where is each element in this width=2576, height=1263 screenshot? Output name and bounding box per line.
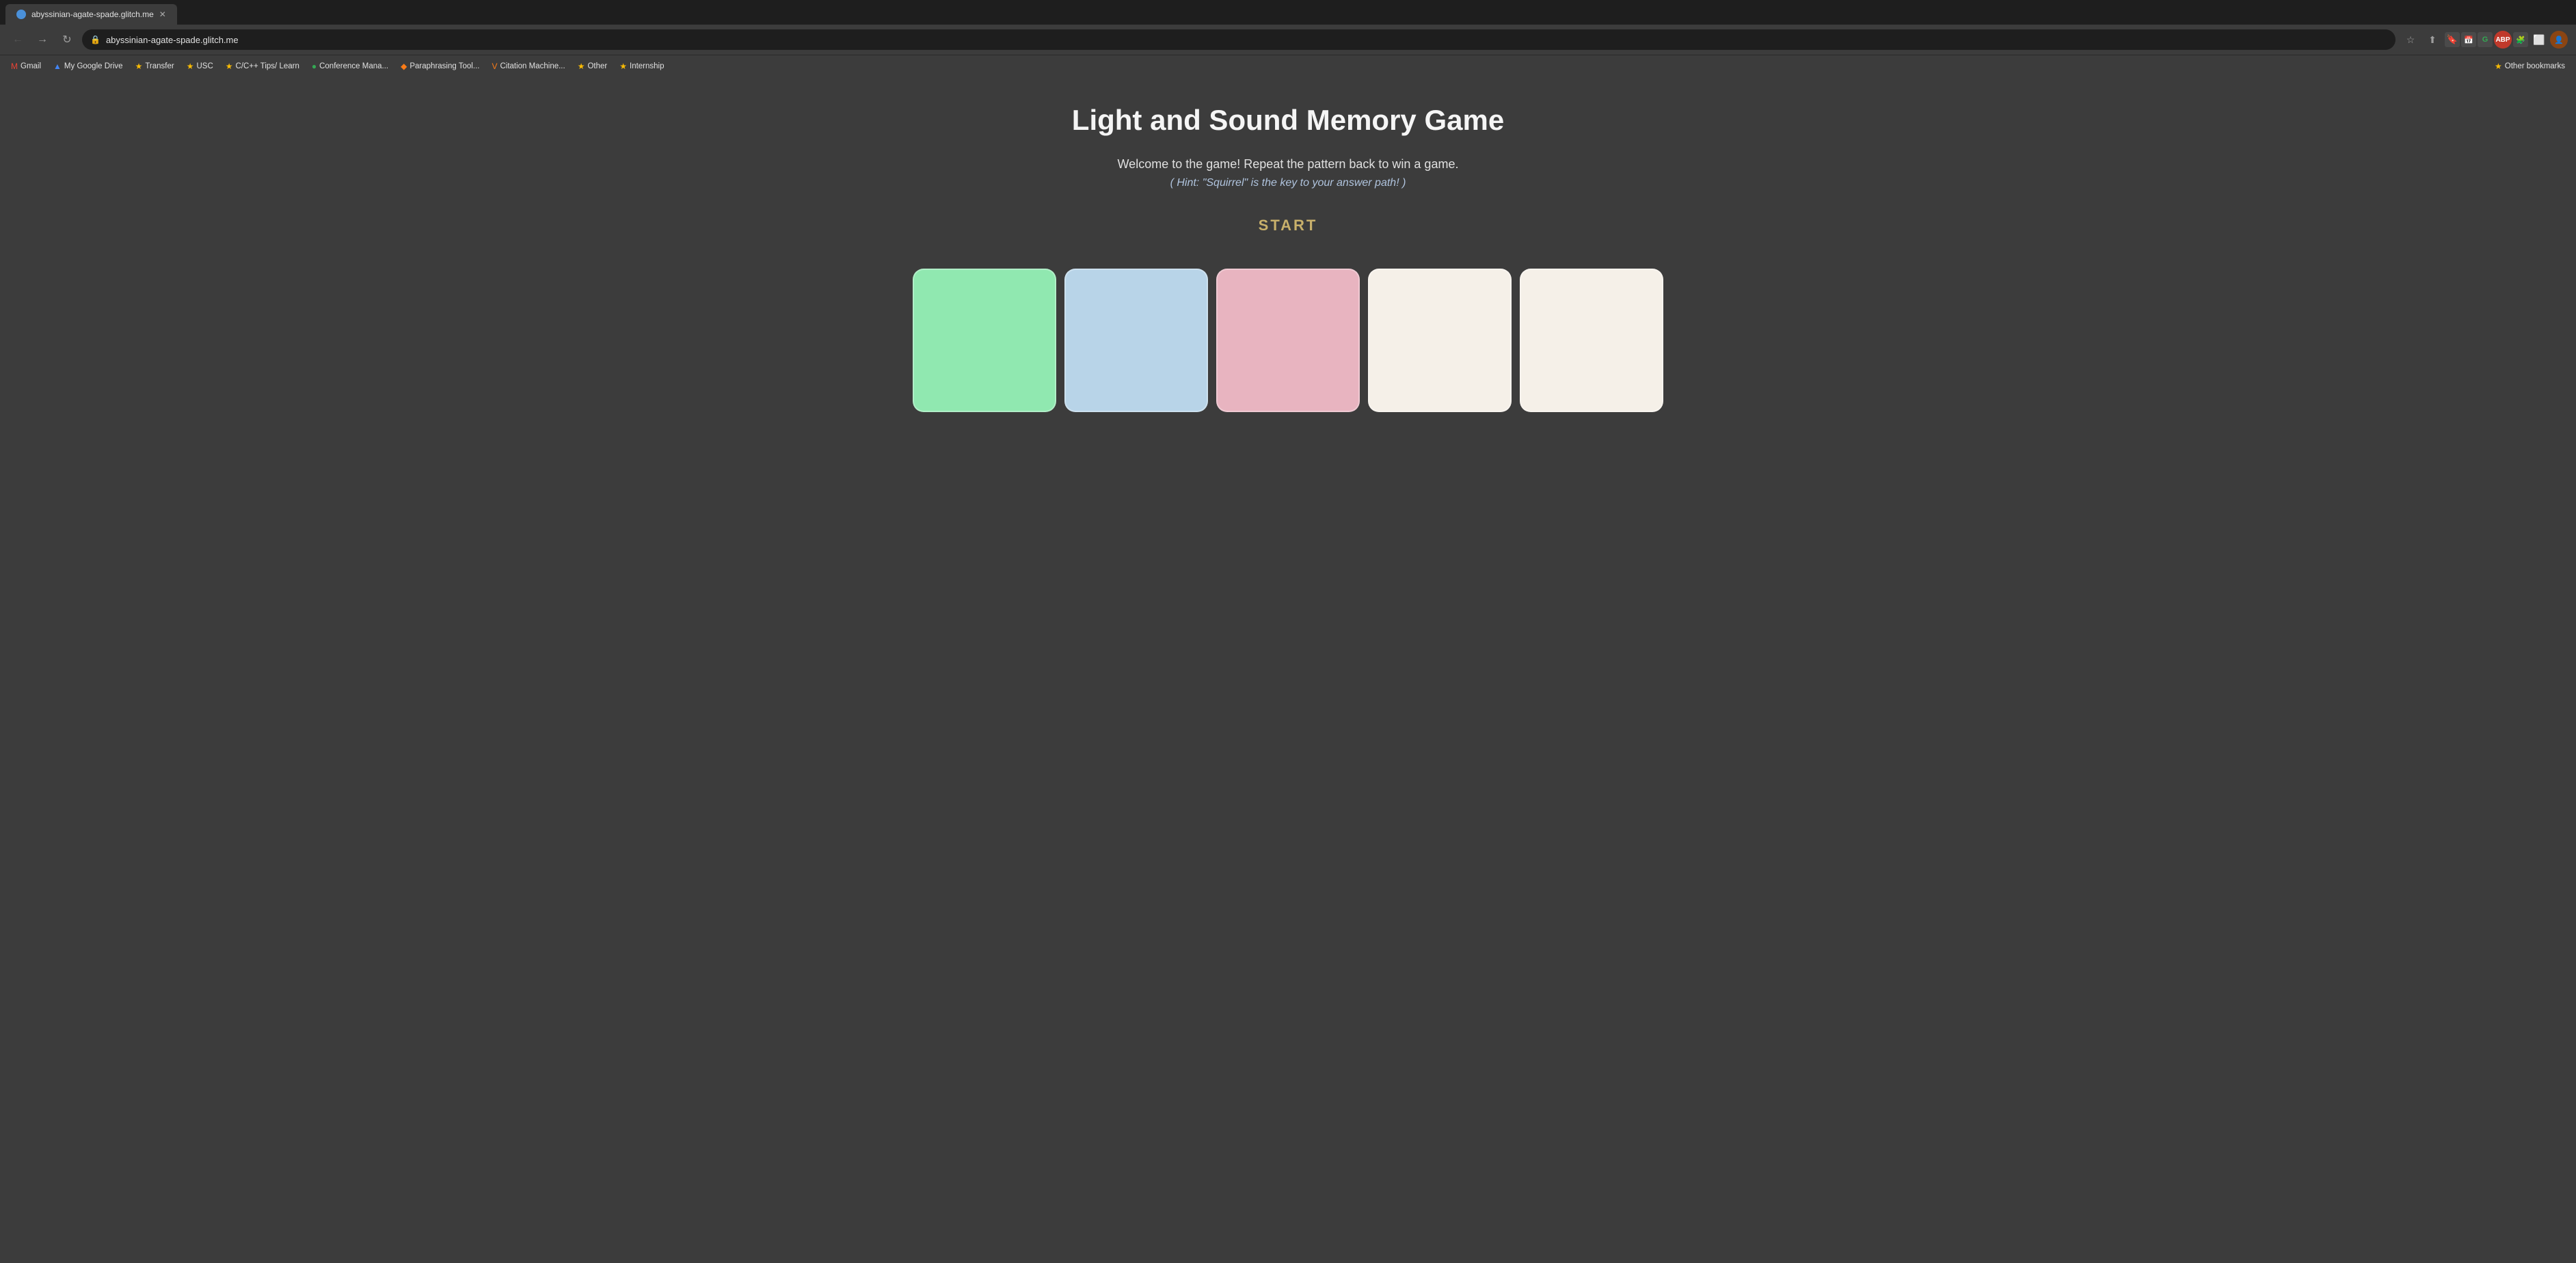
reload-button[interactable]: ↻	[57, 30, 77, 49]
browser-chrome: abyssinian-agate-spade.glitch.me ✕ ← → ↻…	[0, 0, 2576, 77]
bookmark-citation[interactable]: V Citation Machine...	[486, 59, 570, 73]
user-avatar[interactable]: 👤	[2550, 31, 2568, 49]
bookmark-citation-label: Citation Machine...	[500, 62, 565, 70]
bookmark-gmail[interactable]: M Gmail	[5, 59, 46, 73]
conference-icon: ●	[312, 62, 317, 71]
bookmark-paraphrasing-label: Paraphrasing Tool...	[410, 62, 479, 70]
navigation-bar: ← → ↻ 🔒 abyssinian-agate-spade.glitch.me…	[0, 25, 2576, 55]
forward-button[interactable]: →	[33, 30, 52, 49]
abp-ext-icon[interactable]: ABP	[2494, 31, 2512, 49]
bookmark-usc[interactable]: ★ USC	[181, 59, 219, 73]
bookmark-transfer[interactable]: ★ Transfer	[130, 59, 180, 73]
game-button-green[interactable]	[913, 269, 1056, 412]
puzzle-ext-icon[interactable]: 🧩	[2513, 32, 2528, 47]
game-subtitle: Welcome to the game! Repeat the pattern …	[1118, 157, 1459, 172]
bookmark-cpp[interactable]: ★ C/C++ Tips/ Learn	[220, 59, 305, 73]
game-buttons-container	[913, 269, 1663, 412]
g-ext-icon[interactable]: G	[2478, 32, 2493, 47]
lock-icon: 🔒	[90, 35, 100, 44]
bookmarks-bar: M Gmail ▲ My Google Drive ★ Transfer ★ U…	[0, 55, 2576, 77]
extension-icons: 🔖 📅 G ABP 🧩 ⬜ 👤	[2445, 30, 2568, 49]
bookmark-google-drive[interactable]: ▲ My Google Drive	[48, 59, 129, 73]
bookmark-transfer-label: Transfer	[145, 62, 174, 70]
page-content: Light and Sound Memory Game Welcome to t…	[0, 77, 2576, 1263]
usc-icon: ★	[187, 62, 194, 71]
tab-favicon	[16, 10, 26, 19]
url-text: abyssinian-agate-spade.glitch.me	[106, 35, 239, 45]
other-bookmarks-icon: ★	[2495, 62, 2502, 71]
other-bookmarks-label: Other bookmarks	[2505, 62, 2565, 70]
active-tab[interactable]: abyssinian-agate-spade.glitch.me ✕	[5, 4, 177, 25]
bookmark-star-button[interactable]: ☆	[2401, 30, 2420, 49]
transfer-icon: ★	[135, 62, 143, 71]
gmail-icon: M	[11, 62, 18, 71]
game-title: Light and Sound Memory Game	[1072, 104, 1504, 137]
bookmark-conference[interactable]: ● Conference Mana...	[306, 59, 394, 73]
bookmark-internship[interactable]: ★ Internship	[614, 59, 669, 73]
bookmark-cpp-label: C/C++ Tips/ Learn	[236, 62, 299, 70]
share-button[interactable]: ⬆	[2423, 30, 2442, 49]
bookmark-internship-label: Internship	[630, 62, 665, 70]
bookmark-conference-label: Conference Mana...	[319, 62, 388, 70]
address-bar[interactable]: 🔒 abyssinian-agate-spade.glitch.me	[82, 29, 2396, 50]
internship-icon: ★	[619, 62, 627, 71]
paraphrasing-icon: ◆	[401, 62, 407, 71]
game-button-cream2[interactable]	[1520, 269, 1663, 412]
calendar-ext-icon[interactable]: 📅	[2461, 32, 2476, 47]
bookmark-usc-label: USC	[196, 62, 213, 70]
window-toggle-button[interactable]: ⬜	[2530, 30, 2549, 49]
bookmark-gmail-label: Gmail	[21, 62, 41, 70]
citation-icon: V	[492, 62, 497, 71]
bookmark-other[interactable]: ★ Other	[572, 59, 613, 73]
game-hint: ( Hint: "Squirrel" is the key to your an…	[1170, 177, 1406, 189]
nav-actions: ☆ ⬆ 🔖 📅 G ABP 🧩 ⬜ 👤	[2401, 30, 2568, 49]
other-bookmarks[interactable]: ★ Other bookmarks	[2489, 59, 2571, 73]
bookmark-drive-label: My Google Drive	[64, 62, 123, 70]
tab-title: abyssinian-agate-spade.glitch.me	[31, 10, 154, 19]
game-button-pink[interactable]	[1216, 269, 1360, 412]
bookmark-ext-icon[interactable]: 🔖	[2445, 32, 2460, 47]
tab-close-button[interactable]: ✕	[159, 10, 166, 19]
start-button[interactable]: START	[1259, 217, 1318, 234]
tab-bar: abyssinian-agate-spade.glitch.me ✕	[0, 0, 2576, 25]
back-button[interactable]: ←	[8, 30, 27, 49]
other-icon: ★	[578, 62, 585, 71]
drive-icon: ▲	[53, 62, 62, 71]
bookmark-paraphrasing[interactable]: ◆ Paraphrasing Tool...	[395, 59, 485, 73]
bookmark-other-label: Other	[587, 62, 607, 70]
game-button-cream1[interactable]	[1368, 269, 1512, 412]
game-button-blue[interactable]	[1064, 269, 1208, 412]
cpp-icon: ★	[226, 62, 233, 71]
